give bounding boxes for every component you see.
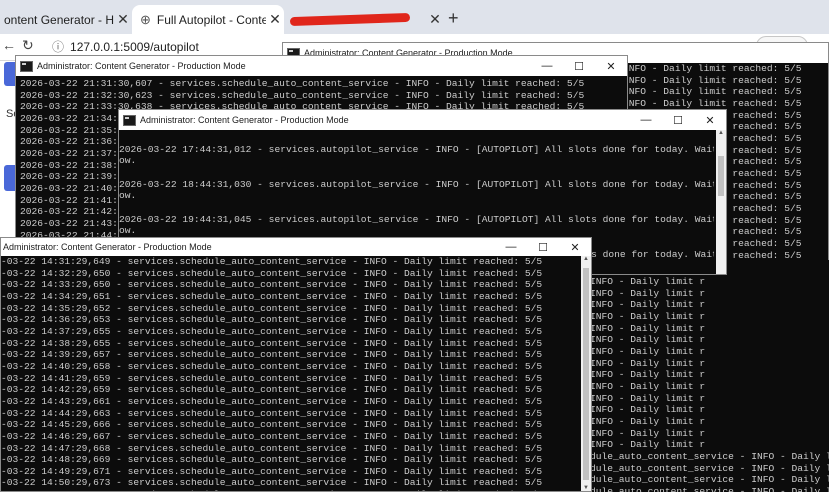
console-line: dule_auto_content_service - INFO - Daily… bbox=[590, 485, 829, 492]
terminal-icon bbox=[20, 60, 33, 72]
minimize-button[interactable]: — bbox=[630, 114, 662, 126]
window-title: Administrator: Content Generator - Produ… bbox=[3, 242, 212, 252]
close-icon[interactable]: ✕ bbox=[266, 11, 284, 28]
console-line: INFO - Daily limit r bbox=[590, 322, 706, 334]
console-line: -03-22 14:50:29,673 - services.schedule_… bbox=[1, 477, 543, 489]
url-field[interactable]: ⓘ 127.0.0.1:5009/autopilot bbox=[52, 38, 199, 55]
console-window-tail[interactable]: INFO - Daily limit r INFO - Daily limit r… bbox=[590, 260, 829, 492]
console-line: -03-22 14:32:29,650 - services.schedule_… bbox=[1, 267, 543, 279]
close-icon[interactable]: ✕ bbox=[114, 11, 132, 28]
console-line: -03-22 14:43:29,661 - services.schedule_… bbox=[1, 395, 543, 407]
console-line: -03-22 14:48:29,669 - services.schedule_… bbox=[1, 454, 543, 466]
console-line: 2026-03-22 18:44:31,030 - services.autop… bbox=[119, 178, 714, 190]
console-line: 2026-03-22 19:44:31,045 - services.autop… bbox=[119, 213, 714, 225]
console-line: INFO - Daily limit r bbox=[590, 369, 706, 381]
scroll-up-icon[interactable]: ▲ bbox=[581, 256, 591, 262]
tab-full-autopilot[interactable]: ⊕ Full Autopilot - Content Genera ✕ bbox=[132, 5, 284, 34]
url-text: 127.0.0.1:5009/autopilot bbox=[70, 40, 199, 54]
console-line: 2026-03-22 21:32:30,623 - services.sched… bbox=[20, 89, 585, 101]
console-line: -03-22 14:47:29,668 - services.schedule_… bbox=[1, 442, 543, 454]
console-line: -03-22 14:49:29,671 - services.schedule_… bbox=[1, 465, 543, 477]
tab-redacted[interactable]: ✕ bbox=[284, 5, 444, 34]
console-window-front[interactable]: Administrator: Content Generator - Produ… bbox=[0, 237, 592, 492]
console-line: INFO - Daily limit r bbox=[590, 276, 706, 287]
console-line: -03-22 14:39:29,657 - services.schedule_… bbox=[1, 349, 543, 361]
reload-icon[interactable]: ↻ bbox=[22, 37, 34, 54]
console-titlebar[interactable]: Administrator: Content Generator - Produ… bbox=[1, 238, 591, 256]
minimize-button[interactable]: — bbox=[495, 241, 527, 253]
console-line: INFO - Daily limit r bbox=[590, 427, 706, 439]
browser-tab-strip: ontent Generator - Home ✕ ⊕ Full Autopil… bbox=[0, 0, 829, 34]
console-line: INFO - Daily limit r bbox=[590, 345, 706, 357]
close-icon[interactable]: ✕ bbox=[426, 11, 444, 28]
console-line: INFO - Daily limit r bbox=[590, 415, 706, 427]
tab-label: Full Autopilot - Content Genera bbox=[156, 12, 266, 27]
console-line: ow. bbox=[119, 225, 137, 237]
tab-content-generator-home[interactable]: ontent Generator - Home ✕ bbox=[0, 5, 132, 34]
console-line: ow. bbox=[119, 190, 137, 202]
close-button[interactable]: ✕ bbox=[694, 114, 726, 127]
console-line: dule_auto_content_service - INFO - Daily… bbox=[590, 462, 829, 474]
maximize-button[interactable]: ☐ bbox=[563, 60, 595, 73]
window-title: Administrator: Content Generator - Produ… bbox=[37, 61, 246, 71]
console-line: -03-22 14:40:29,658 - services.schedule_… bbox=[1, 360, 543, 372]
back-arrow-icon[interactable]: ← bbox=[2, 37, 16, 53]
console-line: -03-22 14:34:29,651 - services.schedule_… bbox=[1, 290, 543, 302]
console-line: -03-22 14:31:29,649 - services.schedule_… bbox=[1, 256, 543, 267]
console-line: INFO - Daily limit reached: 5/5 bbox=[623, 63, 802, 74]
minimize-button[interactable]: — bbox=[531, 60, 563, 72]
console-titlebar[interactable]: Administrator: Content Generator - Produ… bbox=[119, 110, 726, 130]
new-tab-button[interactable]: + bbox=[448, 8, 459, 29]
scrollbar-thumb[interactable] bbox=[583, 268, 589, 480]
console-line: INFO - Daily limit reached: 5/5 bbox=[623, 74, 802, 86]
console-line: INFO - Daily limit r bbox=[590, 392, 706, 404]
terminal-icon bbox=[123, 114, 136, 126]
console-line: -03-22 14:33:29,650 - services.schedule_… bbox=[1, 279, 543, 291]
console-line: INFO - Daily limit r bbox=[590, 299, 706, 311]
maximize-button[interactable]: ☐ bbox=[662, 114, 694, 127]
console-line: -03-22 14:38:29,655 - services.schedule_… bbox=[1, 337, 543, 349]
console-line: dule_auto_content_service - INFO - Daily… bbox=[590, 450, 829, 462]
tab-label: ontent Generator - Home bbox=[4, 12, 114, 27]
console-line: -03-22 14:46:29,667 - services.schedule_… bbox=[1, 430, 543, 442]
console-titlebar[interactable]: Administrator: Content Generator - Produ… bbox=[16, 56, 627, 76]
console-line: -03-22 14:42:29,659 - services.schedule_… bbox=[1, 384, 543, 396]
console-line: INFO - Daily limit r bbox=[590, 380, 706, 392]
console-line: -03-22 14:37:29,655 - services.schedule_… bbox=[1, 325, 543, 337]
console-line: -03-22 14:41:29,659 - services.schedule_… bbox=[1, 372, 543, 384]
console-line: dule_auto_content_service - INFO - Daily… bbox=[590, 474, 829, 486]
scroll-up-icon[interactable]: ▲ bbox=[716, 130, 726, 136]
close-button[interactable]: ✕ bbox=[559, 241, 591, 254]
console-line: -03-22 14:35:29,652 - services.schedule_… bbox=[1, 302, 543, 314]
console-line: 2026-03-22 21:31:30,607 - services.sched… bbox=[20, 78, 585, 89]
console-line: INFO - Daily limit r bbox=[590, 439, 706, 451]
console-line: INFO - Daily limit r bbox=[590, 357, 706, 369]
console-output: -03-22 14:31:29,649 - services.schedule_… bbox=[1, 256, 579, 491]
console-line: INFO - Daily limit r bbox=[590, 404, 706, 416]
window-title: Administrator: Content Generator - Produ… bbox=[140, 115, 349, 125]
close-button[interactable]: ✕ bbox=[595, 60, 627, 73]
console-line: ow. bbox=[119, 155, 137, 167]
console-line: INFO - Daily limit r bbox=[590, 287, 706, 299]
vertical-scrollbar[interactable]: ▲ bbox=[716, 130, 726, 274]
console-line: 2026-03-22 17:44:31,012 - services.autop… bbox=[119, 143, 714, 155]
scrollbar-thumb[interactable] bbox=[718, 156, 724, 196]
vertical-scrollbar[interactable]: ▲ ▼ bbox=[581, 256, 591, 491]
console-line: -03-22 14:44:29,663 - services.schedule_… bbox=[1, 407, 543, 419]
console-line: -03-22 14:36:29,653 - services.schedule_… bbox=[1, 314, 543, 326]
maximize-button[interactable]: ☐ bbox=[527, 241, 559, 254]
redaction-mark bbox=[289, 12, 411, 27]
globe-icon: ⊕ bbox=[140, 11, 151, 27]
info-icon: ⓘ bbox=[52, 40, 65, 54]
console-line: -03-22 14:45:29,666 - services.schedule_… bbox=[1, 419, 543, 431]
console-line: INFO - Daily limit reached: 5/5 bbox=[623, 97, 802, 109]
console-line: INFO - Daily limit reached: 5/5 bbox=[623, 86, 802, 98]
scroll-down-icon[interactable]: ▼ bbox=[581, 485, 591, 491]
console-line: INFO - Daily limit r bbox=[590, 310, 706, 322]
console-output: INFO - Daily limit r INFO - Daily limit r… bbox=[590, 276, 829, 492]
console-line: INFO - Daily limit r bbox=[590, 334, 706, 346]
